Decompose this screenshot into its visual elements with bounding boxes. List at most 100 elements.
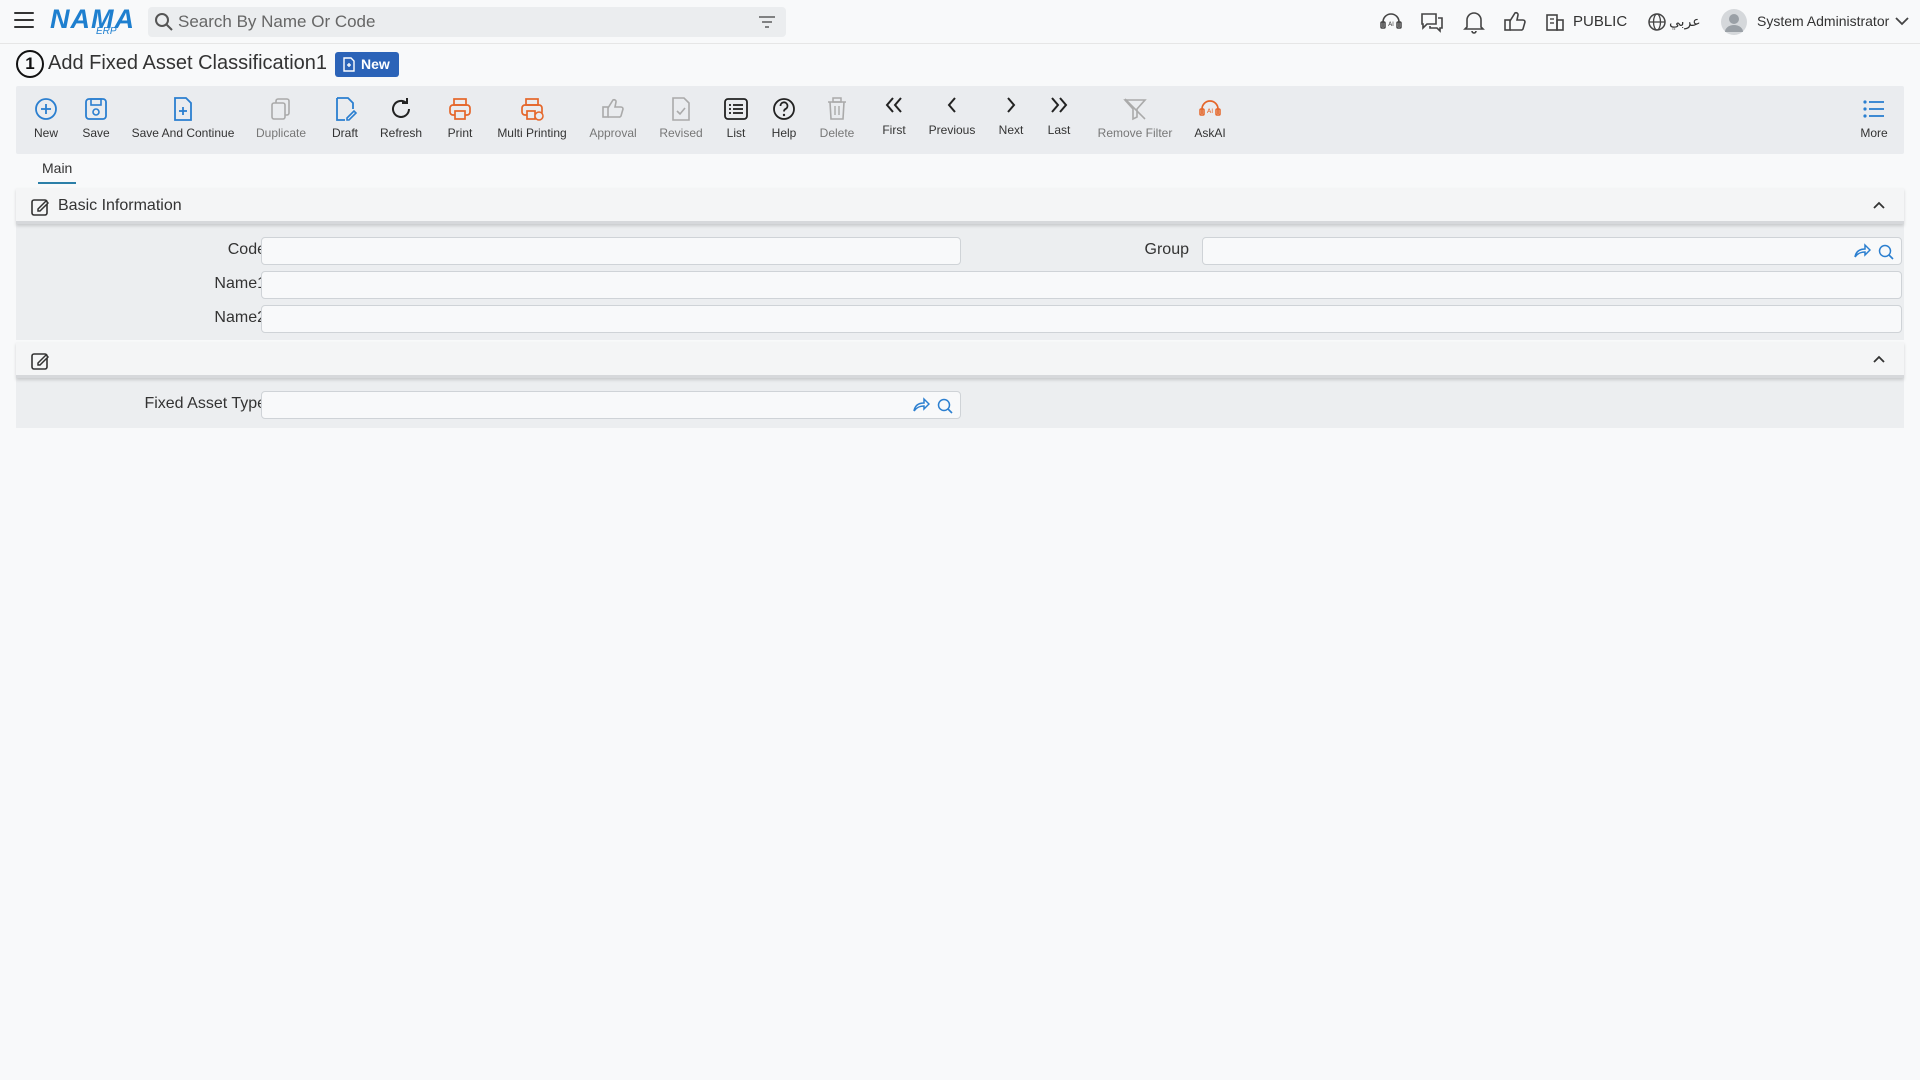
next-button-label: Next [998,123,1024,137]
chevron-up-icon[interactable] [1872,354,1886,364]
document-icon [343,57,355,72]
group-input[interactable] [1203,238,1901,264]
print-button-label: Print [447,126,473,140]
name1-input[interactable] [262,272,1901,298]
copy-icon [271,98,290,120]
more-button[interactable]: More [1854,86,1894,154]
edit-icon [31,199,50,216]
new-button-label: New [33,126,58,140]
name1-label: Name1 [214,275,266,292]
save-icon [85,98,107,120]
avatar-icon[interactable] [1720,8,1748,36]
chevron-right-icon [1007,97,1016,113]
fixed-asset-type-section: Fixed Asset Type [16,342,1904,428]
new-button[interactable]: New [26,86,66,154]
refresh-button-label: Refresh [379,126,423,140]
lookup-search-icon[interactable] [936,397,954,415]
draft-button[interactable]: Draft [326,86,364,154]
last-button[interactable]: Last [1042,86,1076,154]
user-name[interactable]: System Administrator [1757,13,1889,29]
askai-button-label: AskAI [1194,126,1226,140]
fixed-asset-type-field[interactable] [261,391,961,419]
code-input[interactable] [262,238,960,264]
last-button-label: Last [1047,123,1071,137]
name1-field[interactable] [261,271,1902,299]
help-button-label: Help [771,126,797,140]
delete-button[interactable]: Delete [816,86,858,154]
chat-icon[interactable] [1419,10,1445,34]
fixed-asset-type-input[interactable] [262,392,960,418]
basic-information-section: Basic Information Code Group Name1 Name2 [16,188,1904,340]
file-plus-icon [174,97,192,121]
globe-icon[interactable] [1646,10,1668,34]
section-title: Basic Information [58,197,182,214]
name2-label: Name2 [214,309,266,326]
duplicate-button[interactable]: Duplicate [252,86,310,154]
search-icon [155,13,173,31]
refresh-button[interactable]: Refresh [376,86,426,154]
thumbs-up-icon[interactable] [1502,10,1528,34]
branch-label[interactable]: PUBLIC [1573,13,1627,30]
chevron-left-icon [947,97,956,113]
help-icon [773,98,795,120]
name2-field[interactable] [261,305,1902,333]
file-check-icon [672,97,690,121]
logo[interactable]: NAMA ERP [50,4,134,38]
language-switch[interactable]: عربي [1669,13,1701,30]
svg-text:AI: AI [1388,21,1394,28]
code-field[interactable] [261,237,961,265]
bell-icon[interactable] [1461,10,1487,34]
list-button-label: List [726,126,746,140]
logo-main-text: NAMA [50,4,135,34]
search-input[interactable] [178,11,738,33]
first-button[interactable]: First [876,86,912,154]
delete-button-label: Delete [819,126,855,140]
tab-main[interactable]: Main [38,160,77,184]
share-arrow-icon[interactable] [1853,243,1871,259]
logo-sub-text: ERP [96,26,117,37]
save-and-continue-button[interactable]: Save And Continue [128,86,238,154]
step-indicator: 1 [16,50,44,78]
trash-icon [828,97,846,120]
approval-button[interactable]: Approval [586,86,640,154]
share-arrow-icon[interactable] [912,397,930,413]
askai-button[interactable]: AI AskAI [1190,86,1230,154]
action-toolbar: New Save Save And Continue Duplicate Dra… [16,86,1904,154]
more-list-icon [1863,100,1884,118]
help-button[interactable]: Help [768,86,800,154]
section-2-header[interactable] [16,342,1904,378]
filter-icon[interactable] [758,14,776,30]
building-icon[interactable] [1545,10,1565,34]
save-button-label: Save [82,126,110,140]
group-label: Group [1144,241,1189,258]
approval-button-label: Approval [589,126,637,140]
edit-icon [31,353,50,370]
multi-printer-icon [521,98,544,121]
save-and-continue-label: Save And Continue [131,126,235,140]
chevron-up-icon[interactable] [1872,200,1886,210]
previous-button[interactable]: Previous [924,86,980,154]
draft-icon [336,97,358,121]
list-icon [724,98,748,120]
next-button[interactable]: Next [994,86,1028,154]
name2-input[interactable] [262,306,1901,332]
group-field[interactable] [1202,237,1902,265]
basic-information-header[interactable]: Basic Information [16,188,1904,224]
ai-icon[interactable]: AI [1378,10,1404,34]
previous-button-label: Previous [928,123,976,137]
double-chevron-left-icon [885,97,902,113]
remove-filter-button[interactable]: Remove Filter [1094,86,1176,154]
list-button[interactable]: List [722,86,750,154]
chevron-down-icon[interactable] [1894,15,1910,27]
multi-printing-label: Multi Printing [497,126,567,140]
refresh-icon [392,98,410,118]
print-button[interactable]: Print [440,86,480,154]
multi-printing-button[interactable]: Multi Printing [494,86,570,154]
lookup-search-icon[interactable] [1877,243,1895,261]
printer-icon [449,98,471,120]
menu-icon[interactable] [14,12,34,30]
revised-button-label: Revised [659,126,703,140]
revised-button[interactable]: Revised [656,86,706,154]
save-button[interactable]: Save [76,86,116,154]
svg-text:AI: AI [1207,107,1213,115]
